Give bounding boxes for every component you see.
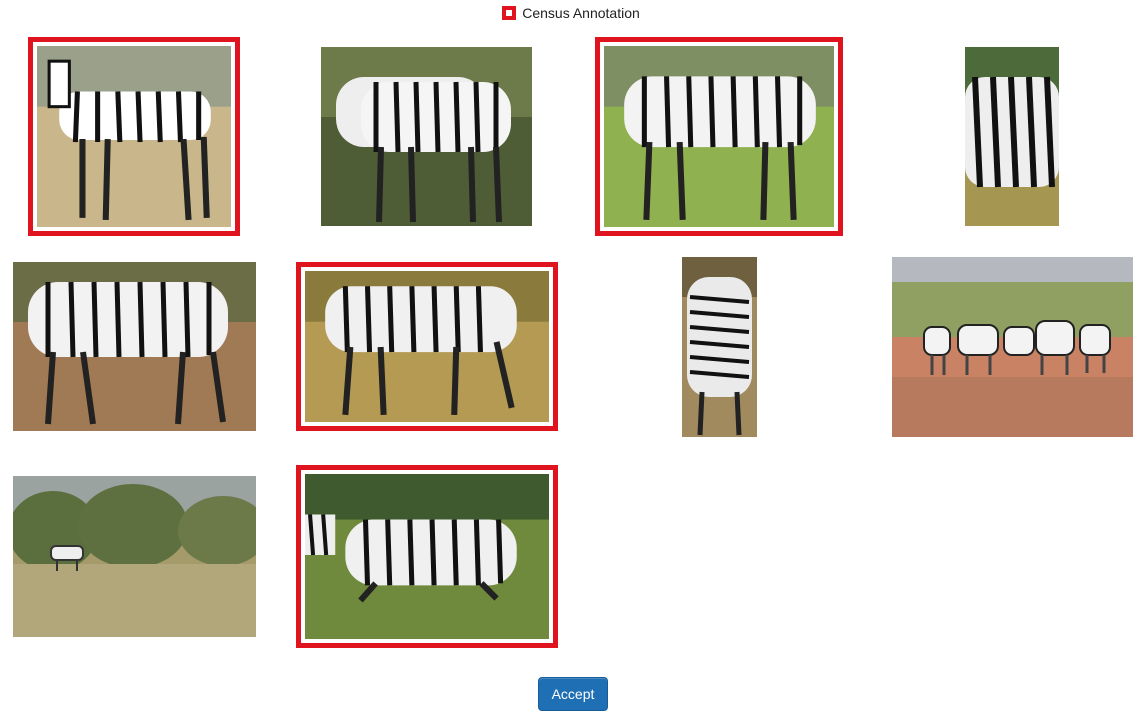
legend-label: Census Annotation	[522, 5, 640, 21]
zebra-photo-10	[305, 474, 549, 639]
zebra-photo-2	[321, 47, 532, 226]
census-annotation-swatch	[502, 6, 517, 20]
image-tile-2[interactable]	[321, 47, 532, 226]
image-tile-5[interactable]	[13, 262, 256, 431]
image-tile-4[interactable]	[965, 47, 1059, 226]
zebra-photo-3	[604, 46, 834, 227]
image-tile-9[interactable]	[13, 476, 256, 637]
image-tile-1[interactable]	[28, 37, 240, 236]
zebra-photo-8	[892, 257, 1133, 437]
zebra-photo-7	[682, 257, 757, 437]
zebra-photo-5	[13, 262, 256, 431]
zebra-photo-6	[305, 271, 549, 422]
image-tile-8[interactable]	[892, 257, 1133, 437]
census-annotation-legend: Census Annotation	[0, 5, 1142, 21]
accept-button[interactable]: Accept	[538, 677, 608, 711]
image-tile-10[interactable]	[296, 465, 558, 648]
image-tile-3[interactable]	[595, 37, 843, 236]
zebra-photo-9	[13, 476, 256, 637]
image-tile-7[interactable]	[682, 257, 757, 437]
zebra-photo-4	[965, 47, 1059, 226]
zebra-photo-1	[37, 46, 231, 227]
image-tile-6[interactable]	[296, 262, 558, 431]
